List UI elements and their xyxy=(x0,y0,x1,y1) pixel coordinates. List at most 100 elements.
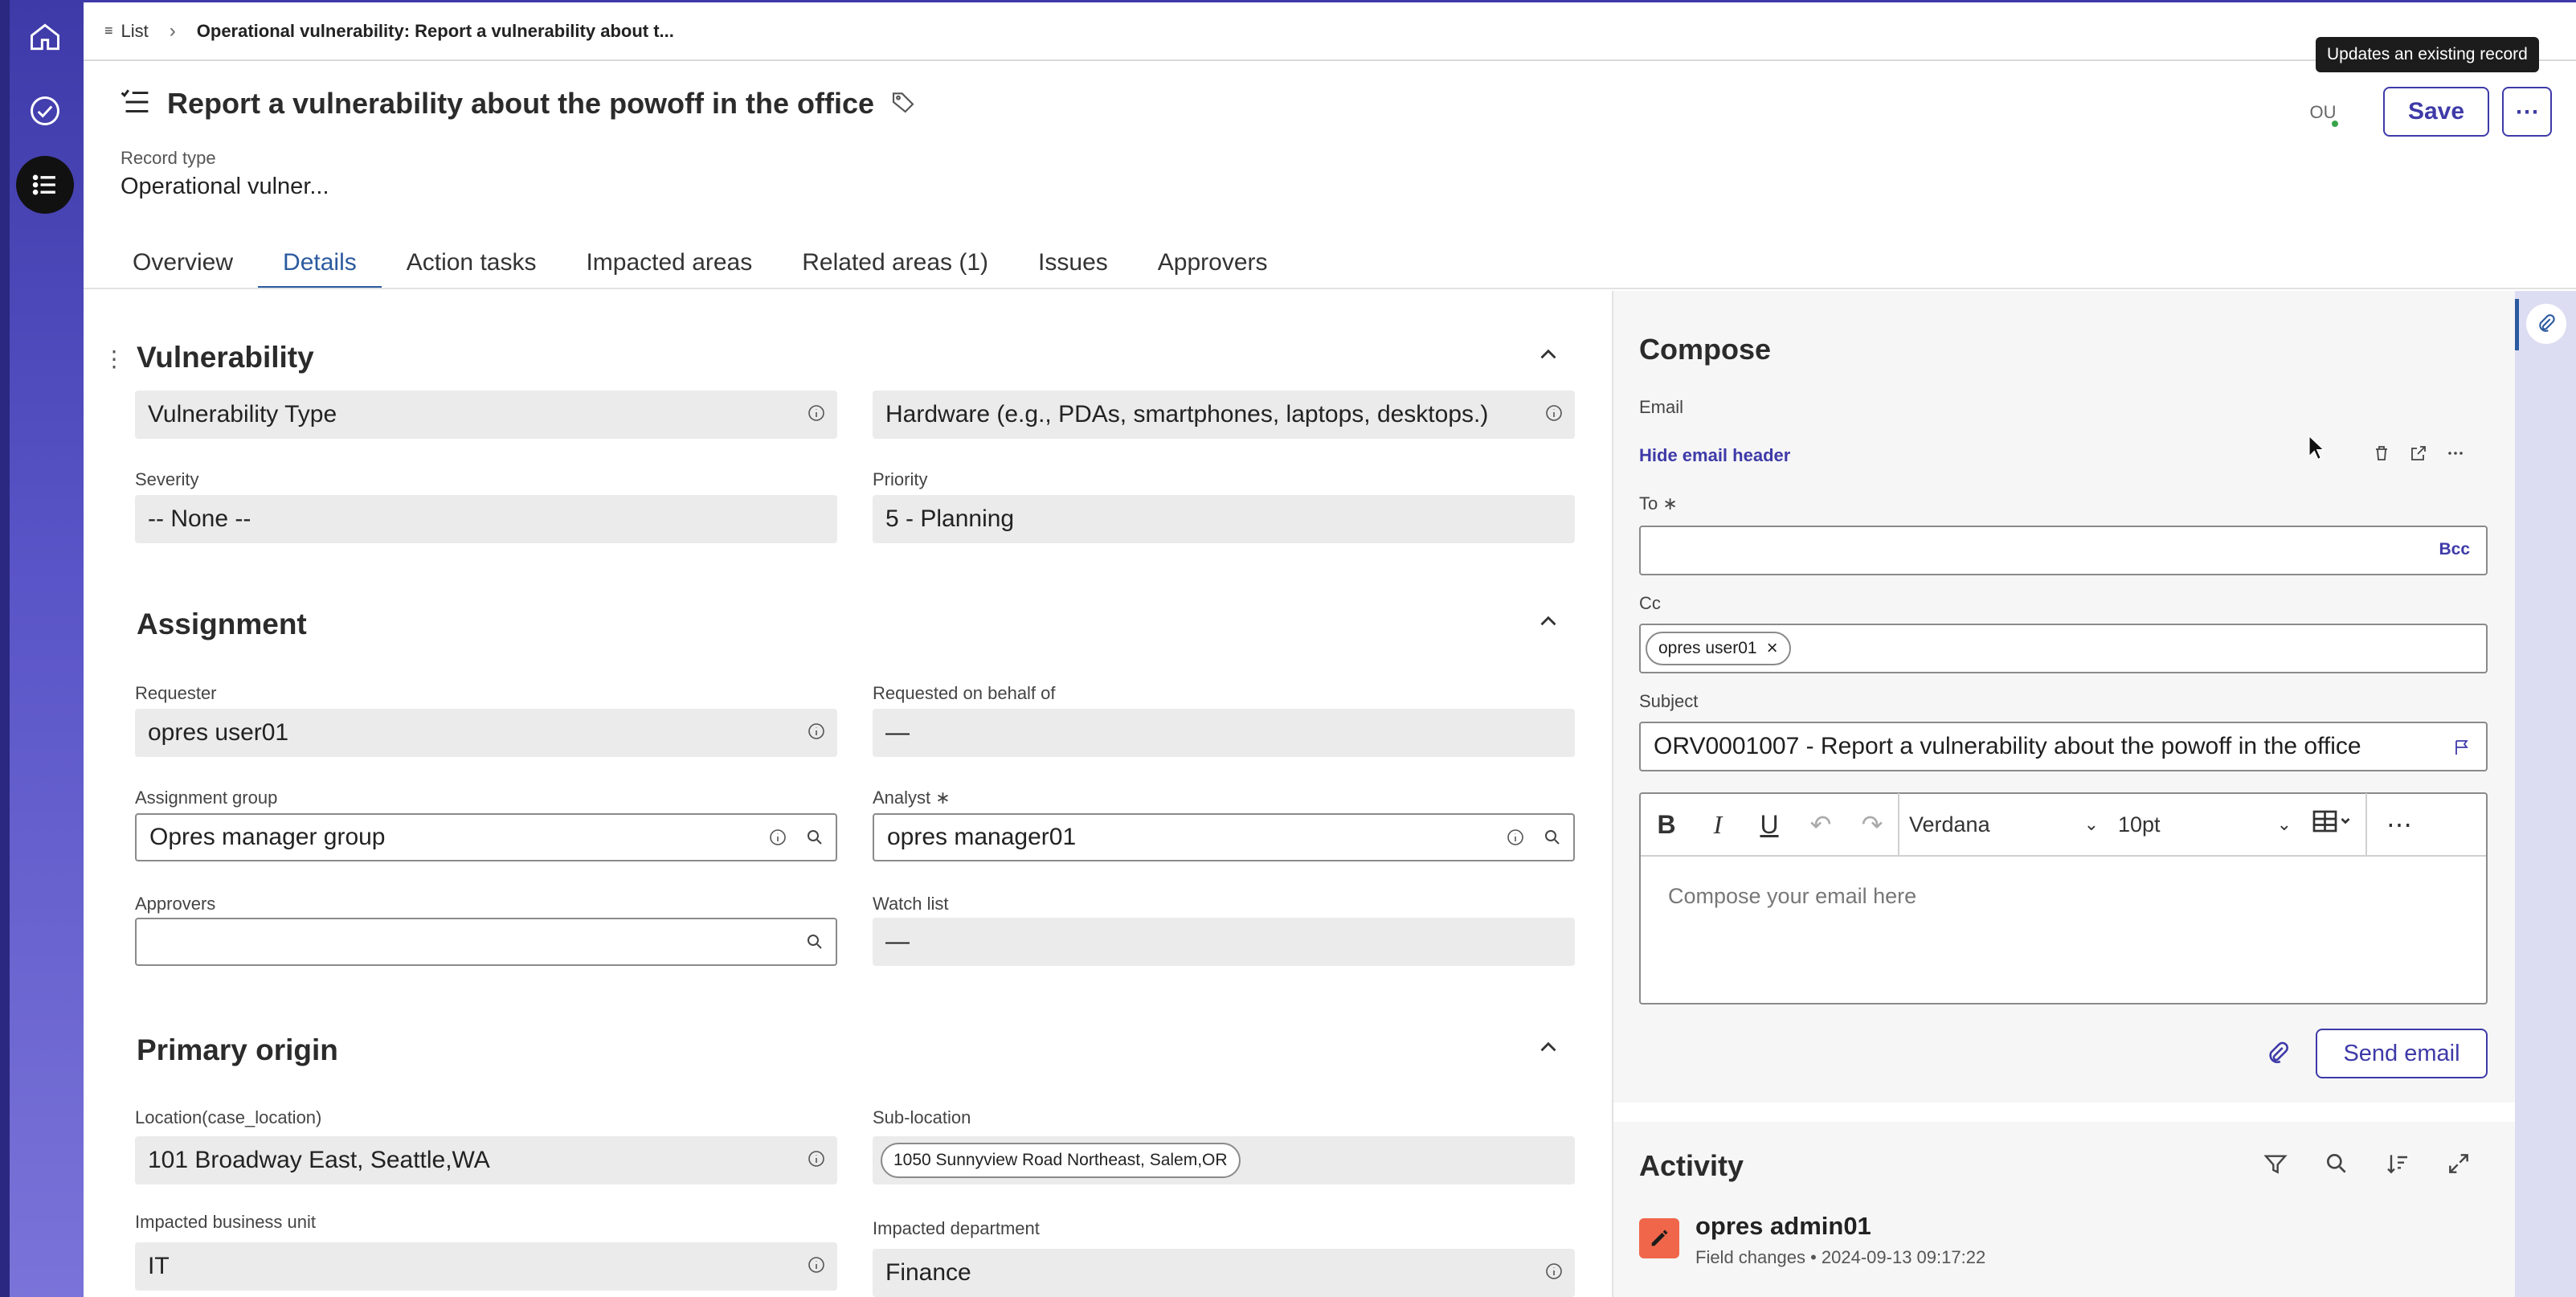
tab-related-areas[interactable]: Related areas (1) xyxy=(777,238,1013,289)
search-icon[interactable] xyxy=(1543,828,1562,847)
business-unit-field[interactable]: IT xyxy=(135,1242,837,1291)
drag-handle-icon[interactable]: ⋮ xyxy=(103,346,125,372)
breadcrumb: ≡ List › Operational vulnerability: Repo… xyxy=(84,0,2576,61)
cc-chip[interactable]: opres user01 × xyxy=(1646,632,1791,665)
undo-icon[interactable]: ↶ xyxy=(1795,809,1846,840)
sublocation-field[interactable]: 1050 Sunnyview Road Northeast, Salem,OR xyxy=(873,1136,1575,1184)
priority-value: 5 - Planning xyxy=(885,505,1015,532)
chevron-up-icon[interactable] xyxy=(1535,341,1562,368)
size-select[interactable]: 10pt ⌄ xyxy=(2108,812,2301,837)
filter-icon[interactable] xyxy=(2263,1151,2288,1176)
watch-list-field[interactable]: — xyxy=(873,918,1575,966)
analyst-input[interactable]: opres manager01 xyxy=(873,813,1575,861)
tag-icon[interactable] xyxy=(890,89,916,119)
search-icon[interactable] xyxy=(2324,1151,2349,1176)
info-icon[interactable] xyxy=(768,828,787,847)
subject-input[interactable]: ORV0001007 - Report a vulnerability abou… xyxy=(1639,722,2488,771)
mouse-cursor-icon xyxy=(2308,434,2325,460)
check-circle-icon[interactable] xyxy=(16,82,74,140)
cc-input[interactable]: opres user01 × xyxy=(1639,624,2488,673)
location-value: 101 Broadway East, Seattle,WA xyxy=(148,1147,490,1173)
tab-details[interactable]: Details xyxy=(258,238,382,289)
approvers-input[interactable] xyxy=(135,918,837,966)
record-type-label: Record type xyxy=(121,148,216,168)
bold-icon[interactable]: B xyxy=(1641,810,1692,840)
info-icon[interactable] xyxy=(807,1255,826,1274)
table-icon[interactable] xyxy=(2301,809,2365,840)
sublocation-chip[interactable]: 1050 Sunnyview Road Northeast, Salem,OR xyxy=(881,1143,1241,1178)
search-icon[interactable] xyxy=(805,932,824,951)
severity-field[interactable]: -- None -- xyxy=(135,495,837,543)
chevron-up-icon[interactable] xyxy=(1535,1033,1562,1061)
tab-impacted-areas[interactable]: Impacted areas xyxy=(561,238,777,289)
requester-field[interactable]: opres user01 xyxy=(135,709,837,757)
vulnerability-type-text: Vulnerability Type xyxy=(148,401,337,428)
search-icon[interactable] xyxy=(805,828,824,847)
department-label: Impacted department xyxy=(873,1218,1040,1238)
watch-list-label: Watch list xyxy=(873,894,949,914)
details-form: ⋮ Vulnerability Vulnerability Type Hardw… xyxy=(84,291,1612,1297)
location-field[interactable]: 101 Broadway East, Seattle,WA xyxy=(135,1136,837,1184)
save-button[interactable]: Save xyxy=(2383,87,2489,137)
list-icon[interactable] xyxy=(16,156,74,214)
tab-overview[interactable]: Overview xyxy=(108,238,258,289)
rail-edge xyxy=(0,0,10,1297)
info-icon[interactable] xyxy=(807,722,826,741)
breadcrumb-list[interactable]: ≡ List xyxy=(104,21,149,42)
info-icon[interactable] xyxy=(1544,1262,1564,1281)
vulnerability-type-field[interactable]: Hardware (e.g., PDAs, smartphones, lapto… xyxy=(873,391,1575,439)
bcc-link[interactable]: Bcc xyxy=(2439,540,2470,559)
analyst-value: opres manager01 xyxy=(887,824,1077,850)
redo-icon[interactable]: ↷ xyxy=(1846,809,1898,840)
font-select[interactable]: Verdana ⌄ xyxy=(1899,812,2108,837)
breadcrumb-list-label: List xyxy=(121,20,149,41)
department-field[interactable]: Finance xyxy=(873,1249,1575,1297)
expand-icon[interactable] xyxy=(2446,1151,2472,1176)
tab-approvers[interactable]: Approvers xyxy=(1133,238,1293,289)
underline-icon[interactable]: U xyxy=(1744,810,1795,840)
send-email-button[interactable]: Send email xyxy=(2316,1029,2488,1078)
trash-icon[interactable] xyxy=(2372,444,2391,463)
hide-email-header-link[interactable]: Hide email header xyxy=(1639,445,1790,466)
vulnerability-type-value: Hardware (e.g., PDAs, smartphones, lapto… xyxy=(885,401,1489,428)
chevron-right-icon: › xyxy=(169,19,176,42)
more-tools-icon[interactable]: ⋯ xyxy=(2367,809,2431,840)
assignment-group-input[interactable]: Opres manager group xyxy=(135,813,837,861)
behalf-field[interactable]: — xyxy=(873,709,1575,757)
priority-field[interactable]: 5 - Planning xyxy=(873,495,1575,543)
compose-panel: Compose Email Hide email header To ∗ Bcc… xyxy=(1612,291,2515,1297)
pop-out-icon[interactable] xyxy=(2409,444,2428,463)
section-vulnerability-heading: Vulnerability xyxy=(137,341,314,374)
info-icon[interactable] xyxy=(1544,403,1564,423)
close-icon[interactable]: × xyxy=(1767,637,1778,660)
tab-issues[interactable]: Issues xyxy=(1013,238,1133,289)
avatar[interactable]: OU xyxy=(2303,96,2343,129)
to-input[interactable]: Bcc xyxy=(1639,526,2488,575)
list-lines-icon: ≡ xyxy=(104,23,113,39)
info-icon[interactable] xyxy=(1506,828,1525,847)
to-label-text: To xyxy=(1639,493,1658,513)
chevron-up-icon[interactable] xyxy=(1535,608,1562,635)
home-icon[interactable] xyxy=(16,8,74,66)
ellipsis-icon[interactable] xyxy=(2446,444,2465,463)
breadcrumb-current: Operational vulnerability: Report a vuln… xyxy=(196,20,674,41)
sublocation-label: Sub-location xyxy=(873,1107,971,1127)
activity-user[interactable]: opres admin01 xyxy=(1695,1212,1871,1241)
info-icon[interactable] xyxy=(807,1149,826,1168)
sort-icon[interactable] xyxy=(2385,1151,2410,1176)
paperclip-icon[interactable] xyxy=(2264,1040,2292,1067)
chevron-down-icon: ⌄ xyxy=(2083,814,2099,834)
email-editor[interactable]: B I U ↶ ↷ Verdana ⌄ 10pt ⌄ ⋯ Compose you… xyxy=(1639,792,2488,1004)
info-icon[interactable] xyxy=(807,403,826,423)
behalf-label: Requested on behalf of xyxy=(873,683,1056,703)
tab-action-tasks[interactable]: Action tasks xyxy=(382,238,562,289)
more-actions-button[interactable]: ⋯ xyxy=(2502,87,2552,137)
behalf-value: — xyxy=(885,719,910,746)
presence-dot xyxy=(2330,119,2340,129)
activity-panel: Activity opres admin01 Field changes • 2… xyxy=(1613,1122,2515,1297)
flag-icon[interactable] xyxy=(2452,738,2472,757)
location-label: Location(case_location) xyxy=(135,1107,322,1127)
attachment-icon[interactable] xyxy=(2526,304,2566,344)
size-select-value: 10pt xyxy=(2118,812,2161,837)
italic-icon[interactable]: I xyxy=(1692,810,1744,840)
